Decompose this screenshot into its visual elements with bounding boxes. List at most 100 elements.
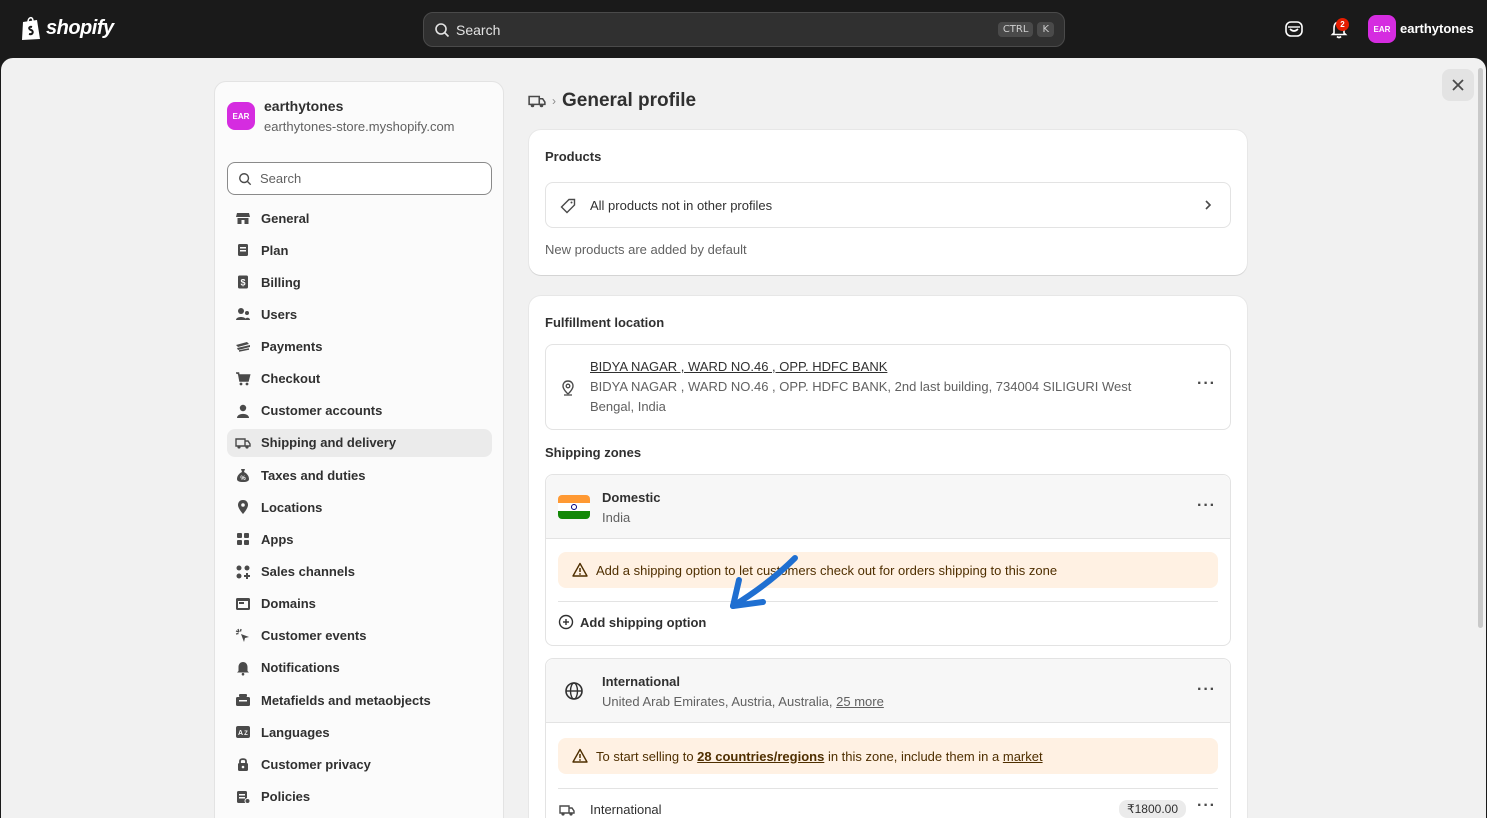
settings-sidebar: EAR earthytones earthytones-store.myshop… [214, 81, 504, 818]
truck-icon [559, 805, 575, 816]
sidebar-item-languages[interactable]: AZ Languages [227, 718, 492, 746]
fulfillment-location-row[interactable]: BIDYA NAGAR , WARD NO.46 , OPP. HDFC BAN… [545, 344, 1231, 430]
countries-regions-link[interactable]: 28 countries/regions [697, 749, 824, 764]
sidebar-item-domains[interactable]: Domains [227, 590, 492, 618]
breadcrumb: › General profile [528, 81, 1248, 121]
domains-icon [236, 597, 250, 610]
more-regions-link[interactable]: 25 more [836, 694, 884, 709]
location-address-line1: BIDYA NAGAR , WARD NO.46 , OPP. HDFC BAN… [590, 379, 1132, 394]
store-header[interactable]: EAR earthytones earthytones-store.myshop… [227, 96, 455, 138]
tax-icon: % [237, 469, 249, 483]
sidebar-item-policies[interactable]: Policies [227, 783, 492, 811]
svg-text:$: $ [240, 278, 245, 288]
logo-text: shopify [46, 16, 114, 39]
store-icon [236, 213, 250, 224]
channels-icon [236, 565, 250, 579]
location-name-link[interactable]: BIDYA NAGAR , WARD NO.46 , OPP. HDFC BAN… [590, 359, 887, 374]
sidebar-item-plan[interactable]: Plan [227, 236, 492, 264]
sidebar-item-label: Payments [261, 339, 323, 355]
products-note: New products are added by default [545, 242, 747, 257]
search-placeholder: Search [456, 21, 501, 38]
sidebar-item-label: Locations [261, 499, 323, 515]
truck-icon [235, 438, 251, 449]
products-row[interactable]: All products not in other profiles [545, 182, 1231, 228]
bell-icon [237, 661, 249, 676]
sidebar-item-metafields[interactable]: Metafields and metaobjects [227, 686, 492, 714]
plan-icon [238, 244, 248, 257]
domestic-zone: Domestic India ··· Add a shipping option… [545, 474, 1231, 646]
search-icon [239, 172, 252, 185]
sidebar-item-general[interactable]: General [227, 204, 492, 232]
location-pin-icon [562, 380, 574, 396]
sidebar-item-label: Domains [261, 596, 316, 612]
settings-search-input[interactable]: Search [227, 162, 492, 195]
sidebar-item-apps[interactable]: Apps [227, 525, 492, 553]
shopify-logo[interactable]: shopify [20, 15, 114, 41]
svg-text:Z: Z [244, 731, 248, 737]
shortcut-k: K [1037, 22, 1054, 37]
sidebar-item-label: Plan [261, 242, 289, 258]
avatar[interactable]: EAR [1368, 15, 1396, 43]
sidebar-item-taxes[interactable]: % Taxes and duties [227, 461, 492, 489]
sidebar-item-label: Shipping and delivery [261, 435, 397, 451]
international-zone-regions: United Arab Emirates, Austria, Australia… [602, 694, 884, 709]
store-avatar: EAR [227, 102, 255, 130]
sidebar-item-notifications[interactable]: Notifications [227, 654, 492, 682]
search-icon [435, 22, 450, 37]
metafields-icon [236, 694, 250, 707]
global-search-input[interactable]: Search CTRL K [423, 12, 1065, 47]
sidebar-item-customer-events[interactable]: Customer events [227, 622, 492, 650]
sidebar-item-billing[interactable]: $ Billing [227, 268, 492, 296]
svg-text:%: % [240, 476, 246, 482]
domestic-more-button[interactable]: ··· [1197, 497, 1216, 515]
sidebar-item-label: General [261, 210, 310, 226]
domestic-warning-banner: Add a shipping option to let customers c… [558, 552, 1218, 588]
search-placeholder: Search [260, 171, 302, 186]
sidebar-item-payments[interactable]: Payments [227, 333, 492, 361]
market-link[interactable]: market [1003, 749, 1043, 764]
sidebar-item-checkout[interactable]: Checkout [227, 365, 492, 393]
truck-icon[interactable] [528, 92, 546, 110]
sidebar-item-label: Sales channels [261, 564, 355, 580]
international-more-button[interactable]: ··· [1197, 681, 1216, 699]
languages-icon: AZ [236, 726, 250, 739]
rate-name: International [590, 802, 662, 817]
store-domain: earthytones-store.myshopify.com [264, 119, 455, 134]
sidebar-item-customer-accounts[interactable]: Customer accounts [227, 397, 492, 425]
top-bar: shopify Search CTRL K 2 EAR earthytones [0, 0, 1487, 58]
international-zone: International United Arab Emirates, Aust… [545, 658, 1231, 818]
scrollbar[interactable] [1478, 68, 1483, 628]
sidebar-item-users[interactable]: Users [227, 300, 492, 328]
location-more-button[interactable]: ··· [1197, 375, 1216, 393]
plus-circle-icon [558, 614, 574, 630]
domestic-zone-region: India [602, 510, 631, 525]
add-shipping-option-button[interactable]: Add shipping option [558, 614, 706, 630]
location-icon [238, 500, 248, 515]
policies-icon [237, 790, 251, 804]
sidebar-item-customer-privacy[interactable]: Customer privacy [227, 750, 492, 778]
sidebar-item-label: Checkout [261, 371, 321, 387]
account-store-name[interactable]: earthytones [1400, 21, 1474, 36]
chevron-right-icon [1205, 200, 1212, 210]
settings-panel: EAR earthytones earthytones-store.myshop… [1, 58, 1486, 818]
sidekick-icon[interactable] [1283, 18, 1305, 40]
sidebar-item-label: Customer accounts [261, 403, 383, 419]
international-zone-name: International [602, 674, 681, 689]
shopify-bag-icon [22, 16, 40, 40]
sidebar-item-label: Policies [261, 789, 311, 805]
shipping-zones-title: Shipping zones [545, 445, 642, 460]
close-button[interactable] [1442, 69, 1474, 101]
products-row-label: All products not in other profiles [590, 198, 773, 213]
fulfillment-title: Fulfillment location [545, 315, 665, 330]
sidebar-item-locations[interactable]: Locations [227, 493, 492, 521]
sidebar-item-shipping[interactable]: Shipping and delivery [227, 428, 492, 457]
rate-more-button[interactable]: ··· [1197, 797, 1216, 815]
shortcut-ctrl: CTRL [997, 22, 1034, 37]
international-zone-header: International United Arab Emirates, Aust… [546, 659, 1230, 723]
sidebar-item-label: Users [261, 306, 298, 322]
location-address-line2: Bengal, India [590, 399, 666, 414]
sidebar-item-label: Billing [261, 274, 301, 290]
rate-price: ₹1800.00 [1118, 800, 1186, 818]
sidebar-item-sales-channels[interactable]: Sales channels [227, 558, 492, 586]
international-warning-text: To start selling to 28 countries/regions… [596, 748, 1043, 764]
